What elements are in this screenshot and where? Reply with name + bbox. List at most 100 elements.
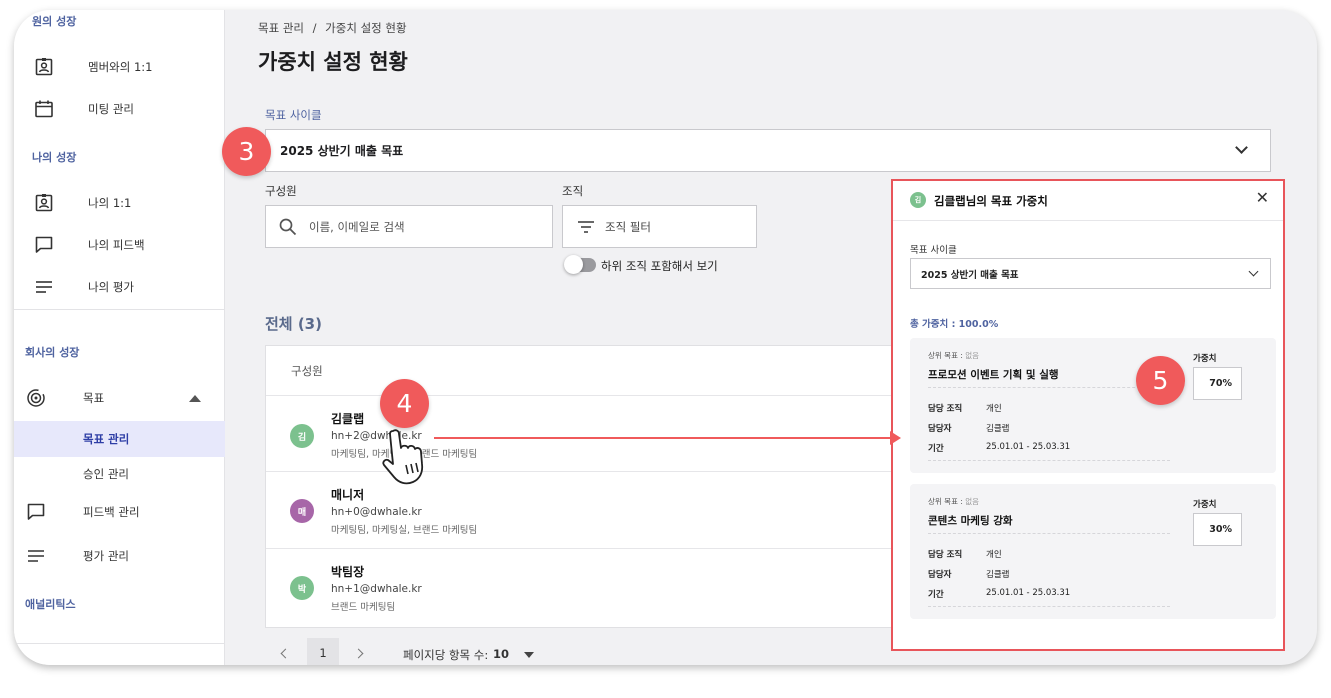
field-value: 25.01.01 - 25.03.31	[986, 442, 1071, 452]
field-key: 담당 조직	[928, 404, 963, 414]
panel-cycle-select[interactable]: 2025 상반기 매출 목표	[910, 258, 1271, 289]
breadcrumb-separator: /	[312, 21, 317, 35]
sidebar-item-label: 멤버와의 1:1	[88, 60, 153, 74]
goal-weight-card: 상위 목표 : 없음 콘텐츠 마케팅 강화 담당 조직 개인 담당자 김클랩 기…	[910, 484, 1276, 619]
per-page-label: 페이지당 항목 수:	[403, 648, 489, 662]
page-number-current[interactable]: 1	[307, 638, 339, 665]
chat-bubble-icon	[33, 234, 55, 256]
parent-goal-value: 없음	[965, 497, 980, 506]
breadcrumb-current: 가중치 설정 현황	[325, 21, 407, 35]
divider	[928, 387, 1170, 388]
sidebar: 원의 성장 멤버와의 1:1 미팅 관리 나의 성장 나의 1:1 나의 피드백	[14, 10, 225, 665]
next-page-icon[interactable]	[353, 648, 364, 659]
avatar: 박	[290, 576, 314, 600]
sidebar-item-my-1on1[interactable]: 나의 1:1	[14, 185, 225, 221]
collapse-caret-icon[interactable]	[189, 394, 201, 402]
goal-title: 프로모션 이벤트 기획 및 실행	[928, 369, 1059, 381]
avatar: 김	[910, 192, 926, 208]
sidebar-item-goal-management[interactable]: 목표 관리	[14, 421, 225, 457]
avatar: 김	[290, 424, 314, 448]
field-value: 김클랩	[986, 570, 1010, 580]
member-email: hn+1@dwhale.kr	[331, 583, 422, 595]
panel-cycle-label: 목표 사이클	[910, 245, 957, 256]
search-icon	[279, 218, 297, 239]
member-name: 매니저	[331, 488, 365, 502]
sidebar-item-label: 승인 관리	[83, 467, 129, 481]
pagination: 1 페이지당 항목 수: 10	[265, 638, 865, 665]
weight-input[interactable]: 30%	[1193, 513, 1242, 546]
field-key: 담당 조직	[928, 550, 963, 560]
step-badge-3: 3	[222, 127, 271, 176]
parent-goal: 상위 목표 : 없음	[928, 496, 979, 507]
divider	[928, 460, 1170, 461]
sidebar-section-my-growth: 나의 성장	[32, 151, 77, 164]
chat-bubble-icon	[25, 501, 47, 523]
org-filter-value: 조직 필터	[605, 219, 651, 234]
sidebar-item-label: 나의 1:1	[88, 196, 132, 210]
member-team: 마케팅팀, 마케팅실, 브랜드 마케팅팀	[331, 525, 478, 536]
sidebar-divider	[14, 309, 225, 310]
sidebar-section-company-growth: 회사의 성장	[25, 346, 80, 359]
goal-title: 콘텐츠 마케팅 강화	[928, 515, 1013, 527]
close-icon[interactable]: ✕	[1256, 190, 1269, 206]
sidebar-item-review-management[interactable]: 평가 관리	[14, 538, 225, 574]
member-email: hn+0@dwhale.kr	[331, 506, 422, 518]
panel-cycle-value: 2025 상반기 매출 목표	[921, 269, 1019, 281]
caret-down-icon[interactable]	[524, 652, 534, 658]
field-key: 담당자	[928, 570, 952, 580]
include-sub-org-label: 하위 조직 포함해서 보기	[601, 259, 718, 273]
sidebar-divider	[14, 643, 225, 644]
pointer-hand-icon	[381, 425, 437, 497]
member-name: 김클랩	[331, 412, 365, 426]
sidebar-item-member-1on1[interactable]: 멤버와의 1:1	[14, 49, 225, 85]
toggle-knob	[564, 255, 583, 274]
search-placeholder: 이름, 이메일로 검색	[309, 219, 405, 234]
chevron-down-icon	[1248, 266, 1259, 277]
calendar-icon	[33, 98, 55, 120]
field-value: 김클랩	[986, 424, 1010, 434]
member-filter-label: 구성원	[265, 184, 297, 198]
goal-cycle-value: 2025 상반기 매출 목표	[280, 144, 404, 158]
avatar: 매	[290, 499, 314, 523]
target-icon	[25, 387, 47, 409]
breadcrumb-parent-link[interactable]: 목표 관리	[258, 21, 304, 35]
include-sub-org-toggle[interactable]	[564, 255, 596, 274]
sidebar-item-label: 나의 피드백	[88, 238, 145, 252]
weight-label: 가중치	[1193, 500, 1217, 510]
total-weight: 총 가중치 : 100.0%	[910, 319, 999, 330]
sidebar-item-label: 미팅 관리	[88, 102, 134, 116]
panel-title: 김클랩님의 목표 가중치	[934, 194, 1048, 208]
org-filter-label: 조직	[562, 184, 584, 198]
field-value: 25.01.01 - 25.03.31	[986, 588, 1071, 598]
sidebar-item-goal[interactable]: 목표	[14, 380, 225, 416]
parent-goal-prefix: 상위 목표 :	[928, 351, 966, 360]
sidebar-item-meetings[interactable]: 미팅 관리	[14, 91, 225, 127]
sidebar-item-approval-management[interactable]: 승인 관리	[14, 456, 225, 492]
sidebar-section-team-growth: 원의 성장	[32, 15, 77, 28]
weight-detail-panel: 김 김클랩님의 목표 가중치 ✕ 목표 사이클 2025 상반기 매출 목표 총…	[891, 179, 1285, 651]
previous-page-icon[interactable]	[280, 648, 291, 659]
sidebar-item-label: 평가 관리	[83, 549, 129, 563]
member-name: 박팀장	[331, 565, 365, 579]
goal-weight-card: 상위 목표 : 없음 프로모션 이벤트 기획 및 실행 담당 조직 개인 담당자…	[910, 338, 1276, 473]
org-filter-button[interactable]: 조직 필터	[562, 205, 757, 248]
field-value: 개인	[986, 404, 1002, 414]
sidebar-item-my-feedback[interactable]: 나의 피드백	[14, 227, 225, 263]
sidebar-section-analytics: 애널리틱스	[25, 598, 76, 611]
member-search-input[interactable]: 이름, 이메일로 검색	[265, 205, 553, 248]
sidebar-item-feedback-management[interactable]: 피드백 관리	[14, 494, 225, 530]
per-page-value[interactable]: 10	[493, 647, 509, 661]
step-badge-4: 4	[380, 379, 429, 428]
sidebar-item-label: 목표 관리	[83, 432, 130, 446]
sidebar-item-my-review[interactable]: 나의 평가	[14, 269, 225, 305]
field-key: 기간	[928, 444, 944, 454]
page-title: 가중치 설정 현황	[258, 50, 408, 74]
weight-label: 가중치	[1193, 354, 1217, 364]
sidebar-item-label: 나의 평가	[88, 280, 134, 294]
weight-input[interactable]: 70%	[1193, 367, 1242, 400]
member-team: 브랜드 마케팅팀	[331, 602, 396, 613]
portrait-badge-icon	[33, 56, 55, 78]
field-value: 개인	[986, 550, 1002, 560]
annotation-arrow-head	[890, 431, 901, 445]
goal-cycle-select[interactable]: 2025 상반기 매출 목표	[265, 129, 1271, 172]
